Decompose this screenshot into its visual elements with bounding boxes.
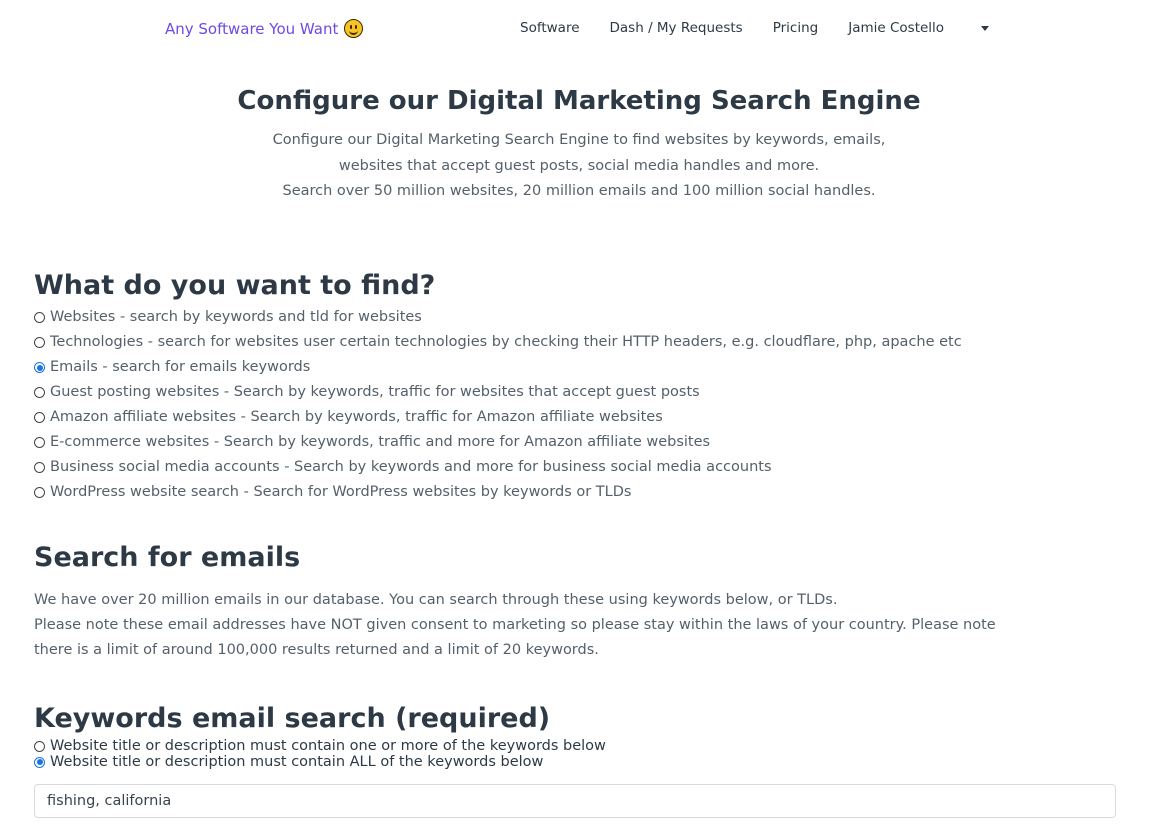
nav-link-software[interactable]: Software — [520, 20, 580, 36]
option-label: Website title or description must contai… — [50, 738, 606, 754]
user-name: Jamie Costello — [848, 20, 945, 36]
keywords-option-all[interactable]: Website title or description must contai… — [34, 754, 1124, 770]
find-options: Websites - search by keywords and tld fo… — [34, 305, 1124, 505]
emails-section: Search for emails We have over 20 millio… — [34, 542, 1124, 663]
keywords-heading: Keywords email search (required) — [34, 703, 551, 734]
find-option-business-social[interactable]: Business social media accounts - Search … — [34, 455, 1124, 480]
find-option-wordpress[interactable]: WordPress website search - Search for Wo… — [34, 480, 1124, 505]
emails-line-2: Please note these email addresses have N… — [34, 617, 996, 633]
radio-button[interactable] — [34, 462, 45, 473]
option-label: WordPress website search - Search for Wo… — [50, 484, 632, 500]
radio-button[interactable] — [34, 337, 45, 348]
keywords-options: Website title or description must contai… — [34, 738, 1124, 770]
option-label: Business social media accounts - Search … — [50, 459, 772, 475]
caret-down-icon — [981, 25, 990, 31]
radio-button[interactable] — [34, 740, 45, 752]
brand-text: Any Software You Want — [165, 19, 339, 38]
page-title: Configure our Digital Marketing Search E… — [237, 86, 921, 116]
radio-button[interactable] — [34, 312, 45, 323]
find-option-ecommerce[interactable]: E-commerce websites - Search by keywords… — [34, 430, 1124, 455]
option-label: Technologies - search for websites user … — [50, 334, 962, 350]
hero-description: Configure our Digital Marketing Search E… — [229, 128, 929, 205]
user-menu-dropdown[interactable]: Jamie Costello — [848, 20, 1019, 36]
option-label: Websites - search by keywords and tld fo… — [50, 309, 422, 325]
radio-button[interactable] — [34, 437, 45, 448]
find-option-technologies[interactable]: Technologies - search for websites user … — [34, 330, 1124, 355]
find-heading: What do you want to find? — [34, 270, 436, 301]
nav-link-dash-requests[interactable]: Dash / My Requests — [610, 20, 743, 36]
radio-button-selected[interactable] — [34, 362, 45, 373]
option-label: Guest posting websites - Search by keywo… — [50, 384, 700, 400]
find-option-websites[interactable]: Websites - search by keywords and tld fo… — [34, 305, 1124, 330]
emails-heading: Search for emails — [34, 542, 301, 573]
smiley-face-icon — [344, 19, 364, 38]
emails-line-3: there is a limit of around 100,000 resul… — [34, 642, 599, 658]
option-label: Amazon affiliate websites - Search by ke… — [50, 409, 663, 425]
hero: Configure our Digital Marketing Search E… — [0, 86, 1158, 205]
hero-line-3: Search over 50 million websites, 20 mill… — [282, 183, 876, 199]
top-navbar: Any Software You Want Software Dash / My… — [0, 0, 1158, 58]
emails-line-1: We have over 20 million emails in our da… — [34, 592, 838, 608]
find-section: What do you want to find? Websites - sea… — [34, 270, 1124, 505]
radio-button[interactable] — [34, 412, 45, 423]
nav-link-pricing[interactable]: Pricing — [773, 20, 819, 36]
hero-line-2: websites that accept guest posts, social… — [338, 157, 820, 174]
nav-links: Software Dash / My Requests Pricing Jami… — [520, 20, 1049, 36]
find-option-guest-posting[interactable]: Guest posting websites - Search by keywo… — [34, 380, 1124, 405]
keywords-section: Keywords email search (required) Website… — [34, 703, 1124, 818]
option-label: Emails - search for emails keywords — [50, 359, 311, 375]
keywords-option-any[interactable]: Website title or description must contai… — [34, 738, 1124, 754]
hero-line-1: Configure our Digital Marketing Search E… — [272, 132, 886, 148]
radio-button[interactable] — [34, 387, 45, 398]
emails-description: We have over 20 million emails in our da… — [34, 588, 1124, 663]
radio-button[interactable] — [34, 487, 45, 498]
brand-link[interactable]: Any Software You Want — [165, 19, 364, 38]
radio-button-selected[interactable] — [34, 756, 45, 768]
option-label: E-commerce websites - Search by keywords… — [50, 434, 711, 450]
find-option-emails[interactable]: Emails - search for emails keywords — [34, 355, 1124, 380]
find-option-amazon-affiliate[interactable]: Amazon affiliate websites - Search by ke… — [34, 405, 1124, 430]
keywords-input[interactable] — [34, 784, 1116, 818]
option-label: Website title or description must contai… — [50, 754, 544, 770]
